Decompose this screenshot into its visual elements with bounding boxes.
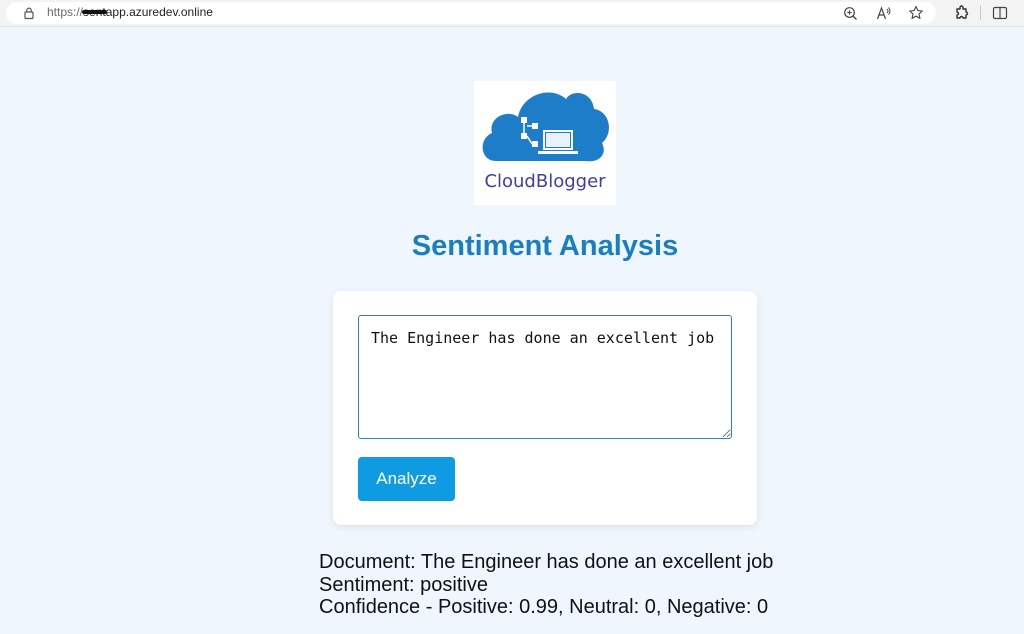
toolbar-divider [980,6,981,20]
result-confidence-line: Confidence - Positive: 0.99, Neutral: 0,… [319,596,769,618]
url-protocol: https:// [47,5,84,19]
lock-icon[interactable] [22,6,36,20]
address-bar[interactable]: https://sentapp.azuredev.online [6,2,936,24]
analyze-button[interactable]: Analyze [358,457,455,501]
favorite-star-icon[interactable] [907,4,925,22]
logo-text: CloudBlogger [484,171,606,192]
url-text[interactable]: https://sentapp.azuredev.online [47,5,213,19]
split-screen-icon[interactable] [991,4,1009,22]
result-sentiment-line: Sentiment: positive [319,573,488,596]
analysis-form-card: The Engineer has done an excellent job A… [333,291,757,525]
url-redacted-segment: sent [82,5,107,19]
read-aloud-icon[interactable] [875,4,893,22]
zoom-icon[interactable] [841,4,859,22]
cloudblogger-logo: CloudBlogger [474,81,616,205]
results-panel: Document: The Engineer has done an excel… [319,551,773,619]
page-title: Sentiment Analysis [411,230,679,262]
cloud-computer-icon [482,92,609,162]
extensions-icon[interactable] [953,4,971,22]
url-host: app.azuredev.online [105,5,213,19]
browser-toolbar: https://sentapp.azuredev.online [0,0,1024,27]
result-document-line: Document: The Engineer has done an excel… [319,551,774,573]
document-text-input[interactable]: The Engineer has done an excellent job [358,315,732,439]
